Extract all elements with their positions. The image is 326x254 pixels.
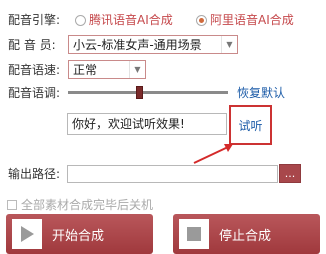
output-label: 输出路径: bbox=[8, 167, 61, 181]
speed-select[interactable]: 正常 ▼ bbox=[68, 60, 146, 79]
engine-option-aliyun[interactable]: 阿里语音AI合成 bbox=[196, 13, 294, 27]
engine-option-label: 阿里语音AI合成 bbox=[210, 13, 294, 27]
reset-default-link[interactable]: 恢复默认 bbox=[237, 86, 285, 100]
speed-select-value: 正常 bbox=[73, 63, 98, 77]
preview-text-input[interactable]: 你好，欢迎试听效果! bbox=[67, 113, 227, 135]
radio-selected-icon[interactable] bbox=[196, 14, 207, 26]
pitch-slider-track[interactable] bbox=[68, 91, 228, 94]
radio-icon[interactable] bbox=[75, 14, 86, 26]
output-path-input[interactable] bbox=[67, 165, 278, 183]
chevron-down-icon[interactable]: ▼ bbox=[129, 61, 145, 78]
stop-synthesis-button[interactable]: 停止合成 bbox=[173, 214, 320, 254]
stop-icon bbox=[179, 219, 209, 249]
browse-button[interactable]: ... bbox=[279, 164, 301, 183]
annotation-arrow-icon bbox=[193, 144, 233, 164]
voice-label: 配 音 员: bbox=[8, 38, 56, 52]
pitch-slider-handle[interactable] bbox=[136, 86, 143, 99]
engine-label: 配音引擎: bbox=[8, 13, 61, 27]
start-synthesis-label: 开始合成 bbox=[52, 228, 105, 244]
stop-synthesis-label: 停止合成 bbox=[219, 228, 272, 244]
checkbox-icon[interactable] bbox=[7, 199, 17, 210]
chevron-down-icon[interactable]: ▼ bbox=[221, 36, 237, 53]
start-synthesis-button[interactable]: 开始合成 bbox=[6, 214, 153, 254]
shutdown-option-label: 全部素材合成完毕后关机 bbox=[21, 198, 154, 212]
voice-select[interactable]: 小云-标准女声-通用场景 ▼ bbox=[68, 35, 238, 54]
play-icon bbox=[12, 219, 42, 249]
shutdown-option[interactable]: 全部素材合成完毕后关机 bbox=[7, 196, 153, 213]
engine-option-label: 腾讯语音AI合成 bbox=[89, 13, 173, 27]
pitch-label: 配音语调: bbox=[8, 86, 61, 100]
audition-label: 试听 bbox=[238, 118, 263, 133]
voice-select-value: 小云-标准女声-通用场景 bbox=[73, 38, 202, 52]
engine-option-tencent[interactable]: 腾讯语音AI合成 bbox=[75, 13, 173, 27]
speed-label: 配音语速: bbox=[8, 63, 61, 77]
